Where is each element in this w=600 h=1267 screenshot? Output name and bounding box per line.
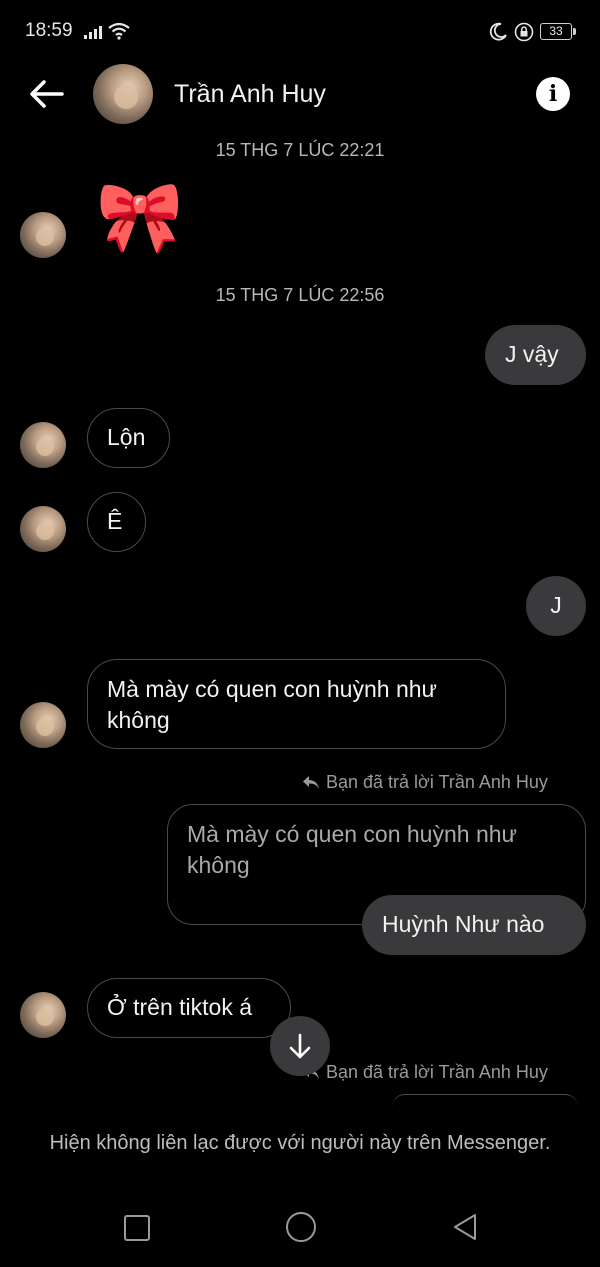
timestamp: 15 THG 7 LÚC 22:21 [215, 140, 385, 160]
message-line: không [107, 707, 170, 733]
outgoing-message[interactable]: J [526, 576, 586, 636]
contact-avatar[interactable] [93, 64, 153, 124]
wifi-icon [108, 22, 130, 40]
reply-note: Bạn đã trả lời Trần Anh Huy [302, 772, 548, 793]
home-icon[interactable] [286, 1212, 316, 1242]
timestamp: 15 THG 7 LÚC 22:56 [215, 285, 385, 305]
outgoing-message[interactable]: J vậy [485, 325, 586, 385]
moon-icon [489, 22, 507, 41]
reply-arrow-icon [303, 776, 319, 789]
info-icon[interactable]: i [536, 77, 570, 111]
incoming-message[interactable]: Mà mày có quen con huỳnh như không [87, 659, 506, 749]
status-time: 18:59 [25, 20, 73, 41]
bow-sticker[interactable]: 🎀 [96, 172, 183, 262]
contact-name[interactable]: Trần Anh Huy [174, 80, 326, 109]
reply-note-text: Bạn đã trả lời Trần Anh Huy [326, 1062, 548, 1082]
sender-avatar[interactable] [20, 992, 66, 1038]
lock-icon [514, 22, 534, 42]
unavailable-notice: Hiện không liên lạc được với người này t… [49, 1132, 551, 1154]
signal-icon [84, 24, 102, 39]
incoming-message[interactable]: Ở trên tiktok á [87, 978, 291, 1038]
quoted-message-partial [392, 1094, 578, 1107]
back-triangle-icon[interactable] [452, 1212, 478, 1242]
battery-icon: 33 [540, 23, 576, 40]
message-line: Mà mày có quen con huỳnh như [107, 676, 437, 702]
arrow-down-icon [289, 1033, 311, 1059]
scroll-down-button[interactable] [270, 1016, 330, 1076]
sender-avatar[interactable] [20, 212, 66, 258]
sender-avatar[interactable] [20, 422, 66, 468]
reply-note: Bạn đã trả lời Trần Anh Huy [302, 1062, 548, 1083]
reply-note-text: Bạn đã trả lời Trần Anh Huy [326, 772, 548, 792]
quote-line: không [187, 852, 250, 878]
arrow-left-icon[interactable] [28, 78, 64, 110]
recent-apps-icon[interactable] [124, 1215, 150, 1241]
sender-avatar[interactable] [20, 702, 66, 748]
outgoing-message[interactable]: Huỳnh Như nào [362, 895, 586, 955]
incoming-message[interactable]: Lộn [87, 408, 170, 468]
quote-line: Mà mày có quen con huỳnh như [187, 821, 517, 847]
incoming-message[interactable]: Ê [87, 492, 146, 552]
sender-avatar[interactable] [20, 506, 66, 552]
